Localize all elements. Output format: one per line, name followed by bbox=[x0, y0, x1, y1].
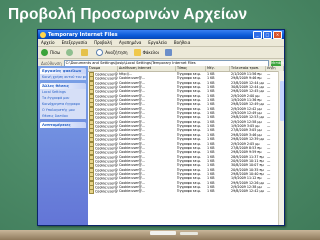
menu-help[interactable]: Βοήθεια bbox=[174, 40, 190, 45]
views-button[interactable] bbox=[165, 49, 174, 56]
chalk-piece bbox=[150, 231, 176, 235]
forward-arrow-icon bbox=[66, 49, 74, 56]
toolbar: Πίσω Αναζήτηση Φάκελοι bbox=[38, 47, 284, 59]
minimize-button[interactable]: _ bbox=[253, 30, 262, 39]
folders-button[interactable]: Φάκελοι bbox=[133, 49, 160, 56]
back-button[interactable]: Πίσω bbox=[41, 49, 60, 56]
window-title: Temporary Internet Files bbox=[48, 31, 118, 38]
menu-tools[interactable]: Εργαλεία bbox=[148, 40, 167, 45]
search-label: Αναζήτηση bbox=[105, 50, 128, 55]
menu-favorites[interactable]: Αγαπημένα bbox=[119, 40, 141, 45]
cookie-file-icon bbox=[89, 189, 94, 194]
slide-title: Προβολή Προσωρινών Αρχείων bbox=[8, 6, 248, 23]
chalk-piece bbox=[180, 232, 198, 235]
forward-button[interactable] bbox=[66, 49, 75, 56]
window-content: Εργασίες φακέλων Κοινή χρήση αυτού του φ… bbox=[38, 66, 284, 225]
ie-icon bbox=[40, 31, 46, 38]
row-name: Cookie:user@... bbox=[88, 189, 118, 194]
maximize-button[interactable]: □ bbox=[263, 30, 272, 39]
address-label: Διεύθυνση bbox=[41, 60, 62, 66]
folders-label: Φάκελοι bbox=[142, 50, 160, 55]
back-label: Πίσω bbox=[50, 50, 61, 55]
row-type: Έγγραφο κειμ. bbox=[177, 189, 201, 194]
up-folder-button[interactable] bbox=[81, 49, 90, 56]
folders-icon bbox=[133, 49, 141, 56]
task-box-header[interactable]: Εργασίες φακέλων bbox=[40, 68, 86, 74]
column-header-modified[interactable]: Τελευταία τροπ. bbox=[230, 66, 266, 71]
close-button[interactable]: × bbox=[273, 30, 282, 39]
up-folder-icon bbox=[81, 49, 89, 56]
file-list: Όνομα Διεύθυνση Internet Τύπος Μέγ. Τελε… bbox=[88, 66, 284, 225]
task-box-folder-tasks: Εργασίες φακέλων Κοινή χρήση αυτού του φ… bbox=[40, 68, 86, 80]
column-header-type[interactable]: Τύπος bbox=[176, 66, 206, 71]
column-header-name[interactable]: Όνομα bbox=[88, 66, 118, 71]
search-button[interactable]: Αναζήτηση bbox=[96, 49, 128, 56]
row-modified: 29/8/2009 12:42 μμ bbox=[231, 189, 264, 194]
explorer-window: Temporary Internet Files _ □ × Αρχείο Επ… bbox=[37, 29, 285, 226]
file-rows: Cookie:user@...http://...Έγγραφο κειμ.1 … bbox=[88, 72, 284, 194]
column-header-size[interactable]: Μέγ. bbox=[206, 66, 230, 71]
menubar: Αρχείο Επεξεργασία Προβολή Αγαπημένα Εργ… bbox=[38, 39, 284, 47]
views-icon bbox=[165, 49, 173, 56]
window-titlebar[interactable]: Temporary Internet Files _ □ × bbox=[38, 30, 284, 39]
back-arrow-icon bbox=[41, 49, 48, 56]
search-icon bbox=[96, 49, 104, 56]
row-address: Cookie:user@... bbox=[119, 189, 145, 194]
task-link-share[interactable]: Κοινή χρήση αυτού του φακέλου bbox=[40, 74, 86, 80]
row-name-text: Cookie:user@... bbox=[95, 189, 118, 194]
menu-edit[interactable]: Επεξεργασία bbox=[62, 40, 88, 45]
go-button[interactable]: Μετάβαση bbox=[271, 60, 284, 66]
column-header-address[interactable]: Διεύθυνση Internet bbox=[118, 66, 176, 71]
menu-view[interactable]: Προβολή bbox=[94, 40, 112, 45]
task-box-details: Λεπτομέρειες bbox=[40, 122, 86, 128]
task-pane: Εργασίες φακέλων Κοινή χρήση αυτού του φ… bbox=[38, 66, 88, 225]
scrollbar-thumb[interactable] bbox=[279, 81, 284, 121]
task-box-other-places: Άλλες θέσεις Local Settings Τα έγγραφά μ… bbox=[40, 83, 86, 119]
vertical-scrollbar[interactable] bbox=[278, 71, 284, 225]
menu-file[interactable]: Αρχείο bbox=[41, 40, 55, 45]
table-row[interactable]: Cookie:user@...Cookie:user@... Έγγραφο κε… bbox=[88, 189, 284, 194]
row-size: 1 KB bbox=[207, 189, 215, 194]
place-link-network-places[interactable]: Θέσεις δικτύου bbox=[40, 113, 86, 119]
task-box-header[interactable]: Λεπτομέρειες bbox=[40, 122, 86, 128]
